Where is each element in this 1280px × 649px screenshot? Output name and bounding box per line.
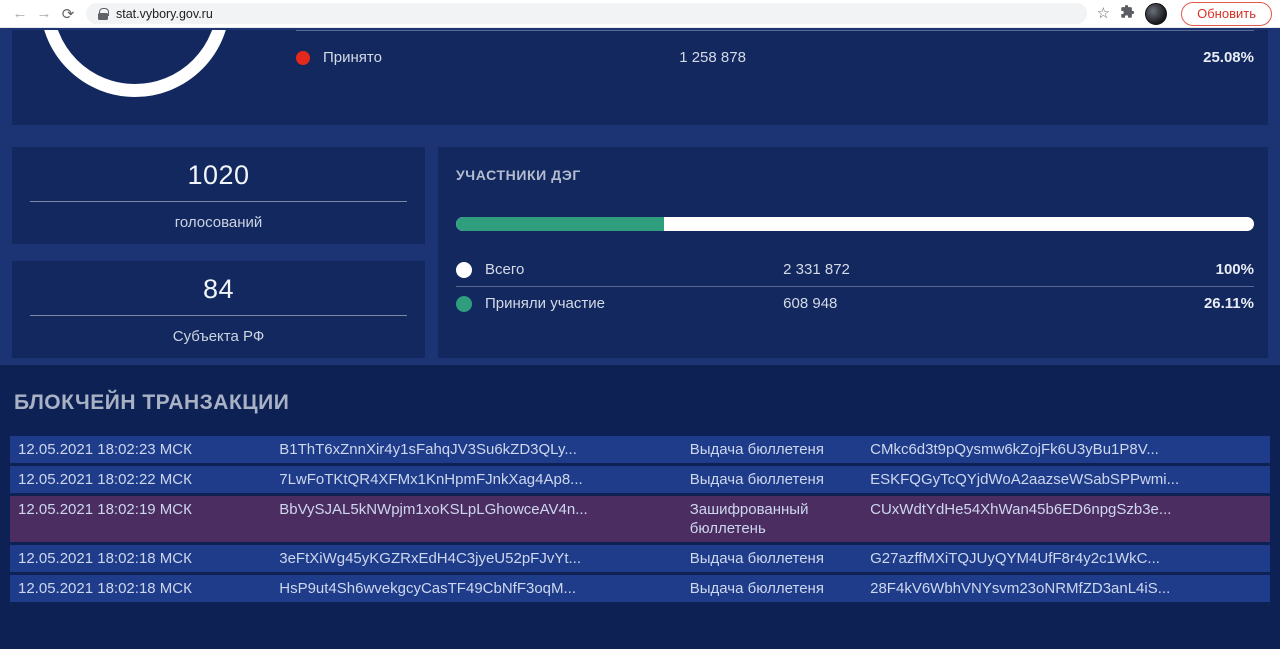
profile-avatar[interactable] — [1145, 3, 1167, 25]
browser-toolbar: ← → ⟳ stat.vybory.gov.ru ☆ Обновить — [0, 0, 1280, 28]
total-percent: 100% — [1054, 261, 1254, 278]
total-value: 2 331 872 — [783, 261, 1054, 278]
address-bar[interactable]: stat.vybory.gov.ru — [86, 3, 1087, 24]
tx-timestamp: 12.05.2021 18:02:18 МСК — [18, 549, 279, 568]
tx-hash-2: ESKFQGyTcQYjdWoA2aazseWSabSPPwmi... — [870, 470, 1262, 489]
tx-timestamp: 12.05.2021 18:02:19 МСК — [18, 500, 279, 519]
tx-hash-2: G27azffMXiTQJUyQYM4UfF8r4y2c1WkC... — [870, 549, 1262, 568]
tx-hash-2: CMkc6d3t9pQysmw6kZojFk6U3yBu1P8V... — [870, 440, 1262, 459]
divider — [30, 201, 407, 202]
votings-label: голосований — [175, 214, 263, 231]
regions-card: 84 Субъекта РФ — [12, 261, 425, 358]
tx-timestamp: 12.05.2021 18:02:22 МСК — [18, 470, 279, 489]
tx-timestamp: 12.05.2021 18:02:18 МСК — [18, 579, 279, 598]
tx-timestamp: 12.05.2021 18:02:23 МСК — [18, 440, 279, 459]
url-text[interactable]: stat.vybory.gov.ru — [116, 7, 213, 21]
progress-fill — [456, 217, 664, 231]
back-icon[interactable]: ← — [8, 3, 32, 25]
tx-type: Выдача бюллетеня — [690, 440, 870, 459]
total-dot-icon — [456, 262, 472, 278]
took-part-percent: 26.11% — [1054, 295, 1254, 312]
votings-card: 1020 голосований — [12, 147, 425, 244]
total-row: Всего 2 331 872 100% — [456, 253, 1254, 286]
participants-card: УЧАСТНИКИ ДЭГ Всего 2 331 872 100% Приня — [438, 147, 1268, 358]
regions-label: Субъекта РФ — [173, 328, 265, 345]
tx-hash: 3eFtXiWg45yKGZRxEdH4C3jyeU52pFJvYt... — [279, 549, 690, 568]
regions-count: 84 — [203, 274, 234, 305]
refresh-icon[interactable]: ⟳ — [56, 3, 80, 25]
tx-hash: 7LwFoTKtQR4XFMx1KnHpmFJnkXag4Ap8... — [279, 470, 690, 489]
total-label: Всего — [485, 261, 524, 278]
tx-type: Выдача бюллетеня — [690, 579, 870, 598]
participation-progress-bar — [456, 217, 1254, 231]
tx-type: Выдача бюллетеня — [690, 470, 870, 489]
lock-icon — [98, 8, 108, 20]
summary-card: Принято 1 258 878 25.08% — [12, 30, 1268, 125]
blockchain-section: БЛОКЧЕЙН ТРАНЗАКЦИИ 12.05.2021 18:02:23 … — [0, 365, 1280, 649]
accepted-dot-icon — [296, 51, 310, 65]
tx-hash-2: CUxWdtYdHe54XhWan45b6ED6npgSzb3e... — [870, 500, 1262, 519]
blockchain-title: БЛОКЧЕЙН ТРАНЗАКЦИИ — [14, 391, 1280, 415]
accepted-label: Принято — [323, 49, 382, 66]
took-part-value: 608 948 — [783, 295, 1054, 312]
extensions-icon[interactable] — [1120, 4, 1135, 24]
took-part-row: Приняли участие 608 948 26.11% — [456, 286, 1254, 320]
took-part-dot-icon — [456, 296, 472, 312]
tx-hash: BbVySJAL5kNWpjm1xoKSLpLGhowceAV4n... — [279, 500, 690, 519]
transaction-row[interactable]: 12.05.2021 18:02:23 МСК B1ThT6xZnnXir4y1… — [10, 436, 1270, 463]
accepted-percent: 25.08% — [1014, 49, 1254, 66]
tx-hash: HsP9ut4Sh6wvekgcyCasTF49CbNfF3oqM... — [279, 579, 690, 598]
donut-chart-ring — [40, 30, 230, 97]
forward-icon[interactable]: → — [32, 3, 56, 25]
transactions-list: 12.05.2021 18:02:23 МСК B1ThT6xZnnXir4y1… — [0, 436, 1280, 602]
tx-type: Выдача бюллетеня — [690, 549, 870, 568]
votings-count: 1020 — [187, 160, 249, 191]
transaction-row[interactable]: 12.05.2021 18:02:18 МСК 3eFtXiWg45yKGZRx… — [10, 545, 1270, 572]
tx-type: Зашифрованный бюллетень — [690, 500, 870, 538]
page-body: Принято 1 258 878 25.08% 1020 голосовани… — [0, 28, 1280, 649]
divider — [30, 315, 407, 316]
tx-hash-2: 28F4kV6WbhVNYsvm23oNRMfZD3anL4iS... — [870, 579, 1262, 598]
tx-hash: B1ThT6xZnnXir4y1sFahqJV3Su6kZD3QLy... — [279, 440, 690, 459]
bookmark-star-icon[interactable]: ☆ — [1097, 6, 1110, 21]
participants-title: УЧАСТНИКИ ДЭГ — [456, 167, 1254, 183]
took-part-label: Приняли участие — [485, 295, 605, 312]
transaction-row[interactable]: 12.05.2021 18:02:22 МСК 7LwFoTKtQR4XFMx1… — [10, 466, 1270, 493]
accepted-value: 1 258 878 — [679, 49, 1014, 66]
transaction-row[interactable]: 12.05.2021 18:02:18 МСК HsP9ut4Sh6wvekgc… — [10, 575, 1270, 602]
accepted-row: Принято 1 258 878 25.08% — [296, 49, 1254, 66]
refresh-page-button[interactable]: Обновить — [1181, 2, 1272, 26]
transaction-row-highlighted[interactable]: 12.05.2021 18:02:19 МСК BbVySJAL5kNWpjm1… — [10, 496, 1270, 542]
